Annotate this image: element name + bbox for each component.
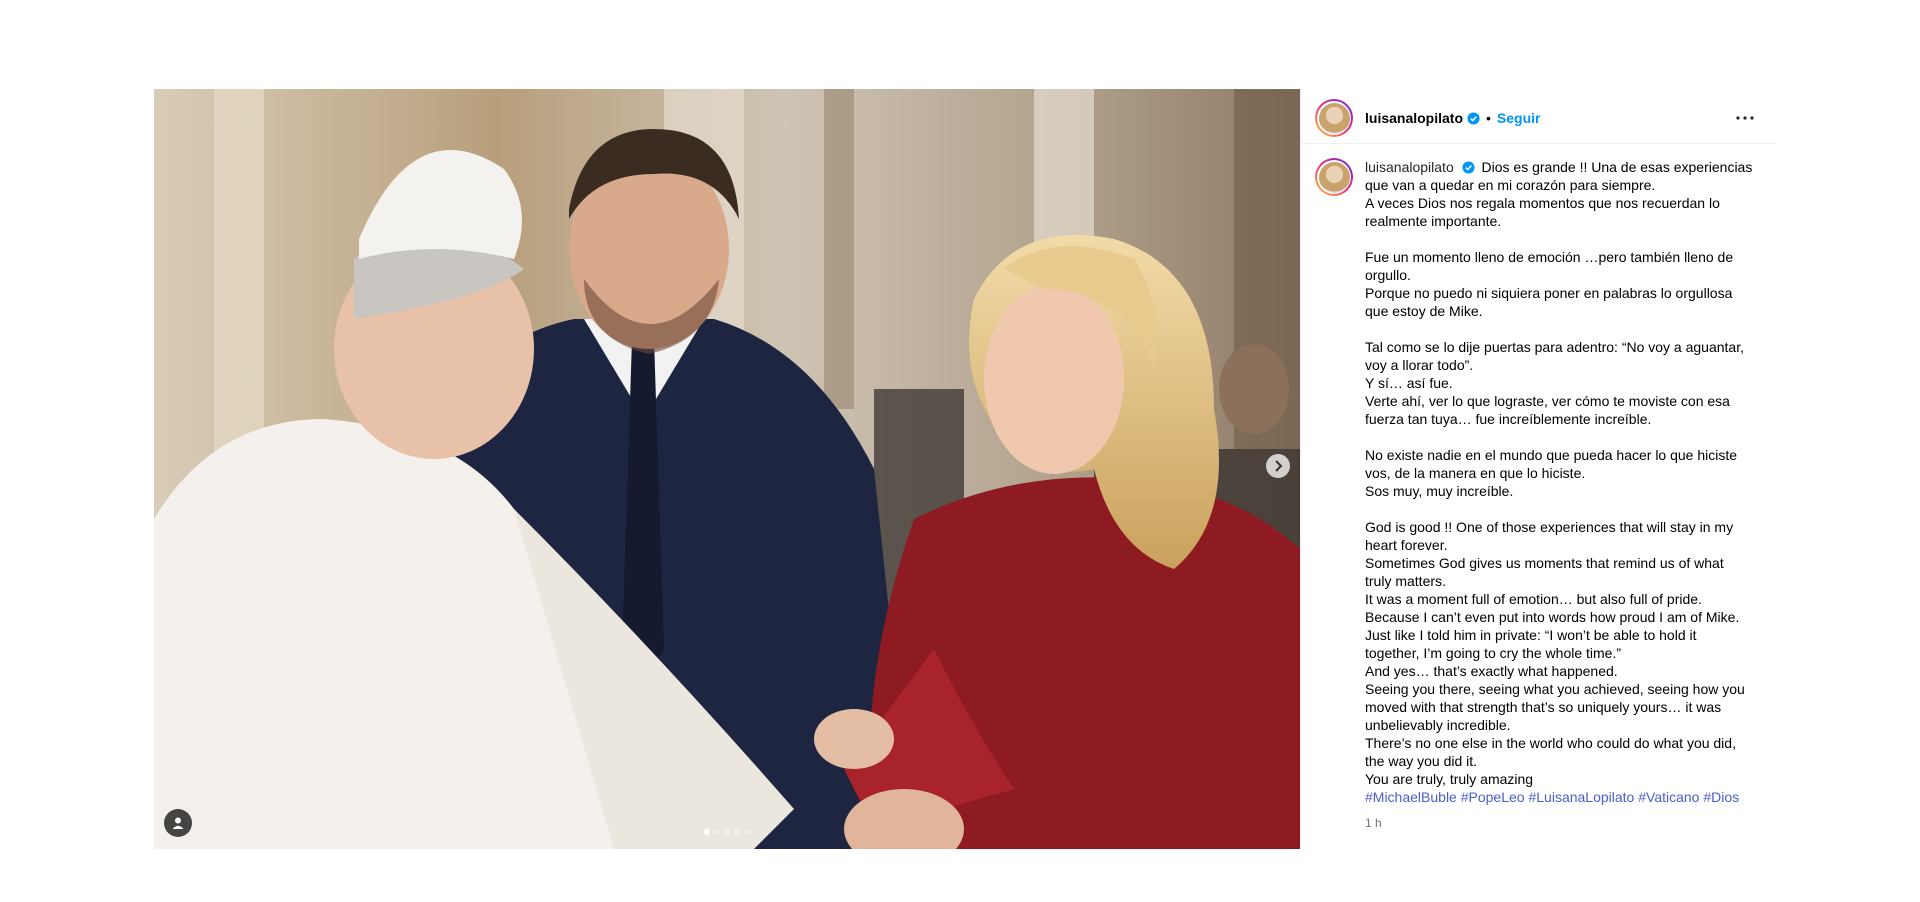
verified-badge-icon	[1462, 161, 1475, 174]
caption-line: the way you did it.	[1365, 753, 1478, 769]
carousel-next-button[interactable]	[1266, 454, 1290, 478]
avatar-image	[1318, 102, 1350, 134]
hashtag-link[interactable]: #Vaticano	[1638, 789, 1699, 805]
caption-line: There’s no one else in the world who cou…	[1365, 735, 1736, 751]
caption-line: truly matters.	[1365, 573, 1446, 589]
header-username[interactable]: luisanalopilato	[1365, 110, 1463, 126]
post-timestamp[interactable]: 1 h	[1365, 814, 1763, 832]
hashtag-list: #MichaelBuble #PopeLeo #LuisanaLopilato …	[1365, 788, 1763, 806]
caption-line: together, I’m going to cry the whole tim…	[1365, 645, 1622, 661]
caption-line	[1365, 320, 1763, 338]
caption-first-line: luisanalopilato Dios es grande !! Una de…	[1365, 158, 1763, 176]
post-header: luisanalopilato • Seguir	[1301, 89, 1777, 144]
caption-body: que van a quedar en mi corazón para siem…	[1365, 176, 1763, 788]
post-media[interactable]	[154, 89, 1300, 849]
follow-button[interactable]: Seguir	[1497, 110, 1541, 126]
caption-line: Sometimes God gives us moments that remi…	[1365, 555, 1724, 571]
caption-avatar[interactable]	[1315, 158, 1353, 196]
carousel-dot	[704, 829, 710, 835]
caption-line: moved with that strength that’s so uniqu…	[1365, 699, 1722, 715]
caption-username[interactable]: luisanalopilato	[1365, 159, 1454, 175]
caption-line: voy a llorar todo”.	[1365, 357, 1474, 373]
hashtag-link[interactable]: #MichaelBuble	[1365, 789, 1457, 805]
caption-line	[1365, 428, 1763, 446]
instagram-post: luisanalopilato • Seguir luisanalopilato…	[154, 89, 1777, 849]
post-sidebar: luisanalopilato • Seguir luisanalopilato…	[1300, 89, 1777, 849]
caption-line: God is good !! One of those experiences …	[1365, 519, 1734, 535]
caption-line: Fue un momento lleno de emoción …pero ta…	[1365, 249, 1734, 265]
caption-line: A veces Dios nos regala momentos que nos…	[1365, 195, 1720, 211]
hashtag-link[interactable]: #LuisanaLopilato	[1528, 789, 1634, 805]
hashtag-link[interactable]: #Dios	[1703, 789, 1739, 805]
avatar-image	[1318, 161, 1350, 193]
avatar[interactable]	[1315, 99, 1353, 137]
caption-line: vos, de la manera en que lo hiciste.	[1365, 465, 1586, 481]
caption-line: Verte ahí, ver lo que lograste, ver cómo…	[1365, 393, 1730, 409]
more-options-button[interactable]	[1733, 106, 1757, 130]
carousel-dot	[734, 829, 740, 835]
caption-line: que van a quedar en mi corazón para siem…	[1365, 177, 1656, 193]
caption-line: fuerza tan tuya… fue increíblemente incr…	[1365, 411, 1652, 427]
caption-line	[1365, 500, 1763, 518]
post-photo	[154, 89, 1300, 849]
caption-line: No existe nadie en el mundo que pueda ha…	[1365, 447, 1738, 463]
caption-line: And yes… that’s exactly what happened.	[1365, 663, 1618, 679]
caption-line: Sos muy, muy increíble.	[1365, 483, 1514, 499]
user-tag-icon	[172, 817, 184, 829]
caption-line: Because I can’t even put into words how …	[1365, 609, 1740, 625]
caption-line: que estoy de Mike.	[1365, 303, 1483, 319]
verified-badge-icon	[1467, 111, 1480, 125]
caption-line: orgullo.	[1365, 267, 1411, 283]
separator-dot: •	[1486, 110, 1491, 126]
caption-line: heart forever.	[1365, 537, 1448, 553]
carousel-dot	[744, 829, 750, 835]
caption-line: Porque no puedo ni siquiera poner en pal…	[1365, 285, 1733, 301]
carousel-dot	[724, 829, 730, 835]
caption-line	[1365, 230, 1763, 248]
caption-text: luisanalopilato Dios es grande !! Una de…	[1365, 158, 1763, 849]
caption-line: unbelievably incredible.	[1365, 717, 1511, 733]
caption-line: Y sí… así fue.	[1365, 375, 1453, 391]
carousel-indicator	[704, 829, 750, 835]
caption-line: It was a moment full of emotion… but als…	[1365, 591, 1702, 607]
caption-line: Dios es grande !! Una de esas experienci…	[1481, 159, 1753, 175]
hashtag-link[interactable]: #PopeLeo	[1461, 789, 1525, 805]
caption-line: Seeing you there, seeing what you achiev…	[1365, 681, 1745, 697]
chevron-right-icon	[1275, 460, 1283, 472]
caption-line: You are truly, truly amazing	[1365, 771, 1534, 787]
caption-section: luisanalopilato Dios es grande !! Una de…	[1301, 144, 1777, 849]
carousel-dot	[714, 829, 720, 835]
caption-line: realmente importante.	[1365, 213, 1502, 229]
user-tag-button[interactable]	[164, 809, 192, 837]
more-options-icon	[1736, 116, 1754, 120]
caption-line: Tal como se lo dije puertas para adentro…	[1365, 339, 1744, 355]
caption-line: Just like I told him in private: “I won’…	[1365, 627, 1697, 643]
